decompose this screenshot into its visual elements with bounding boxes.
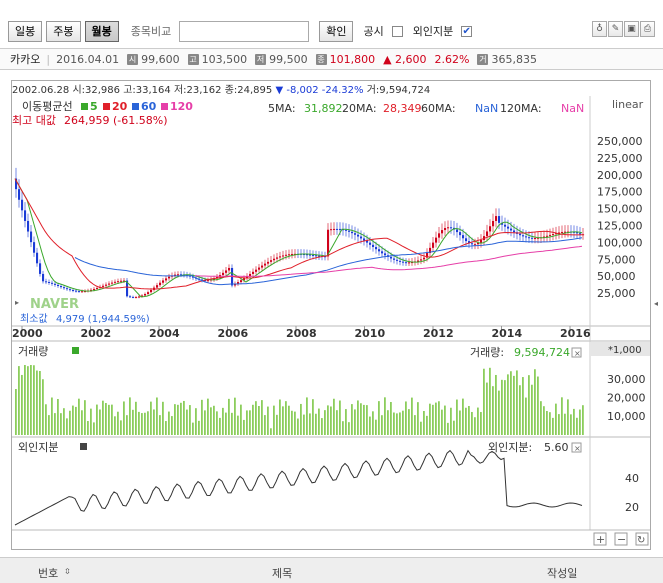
confirm-button[interactable]: 확인 [319, 20, 354, 42]
price-change-pct: 2.62% [434, 52, 470, 66]
open-price: 99,600 [141, 52, 180, 66]
disclosure-checkbox[interactable] [391, 25, 403, 37]
volume-value: 365,835 [491, 52, 537, 66]
volume-icon: 거 [477, 53, 489, 65]
open-icon: 시 [127, 53, 139, 65]
compare-label: 종목비교 [130, 25, 172, 38]
tab-weekly[interactable]: 주봉 [46, 20, 81, 42]
close-icon: 종 [315, 53, 327, 65]
hdr-change: -8,002 [286, 85, 319, 96]
indicator-icon[interactable]: ♁ [592, 21, 607, 37]
ohlc-header: 2002.06.28 시:32,986 고:33,164 저:23,162 종:… [12, 81, 650, 96]
hdr-close: 종:24,895 [224, 85, 273, 96]
foreign-checkbox[interactable]: ✔ [461, 25, 473, 37]
hdr-high: 고:33,164 [123, 85, 171, 96]
hdr-change-pct: -24.32% [321, 85, 364, 96]
low-price: 99,500 [269, 52, 308, 66]
high-icon: 고 [187, 53, 199, 65]
tool-icons: ♁ ✎ ▣ ⎙ [592, 21, 655, 37]
close-price: 101,800 [329, 52, 376, 66]
disclosure-label: 공시 [363, 25, 384, 38]
foreign-label: 외인지분 [412, 25, 454, 38]
chart-toolbar: 일봉 주봉 월봉 종목비교 확인 공시 외인지분 ✔ ♁ ✎ ▣ ⎙ [0, 18, 663, 44]
tab-monthly[interactable]: 월봉 [84, 20, 119, 42]
right-collapse-icon[interactable]: ◂ [654, 299, 658, 308]
quote-date: 2016.04.01 [56, 52, 120, 66]
draw-icon[interactable]: ✎ [608, 21, 623, 37]
hdr-date: 2002.06.28 [12, 85, 70, 96]
col-title: 제목 [272, 567, 293, 580]
stock-info-bar: 카카오 | 2016.04.01 시 99,600 고 103,500 저 99… [0, 48, 663, 70]
high-price: 103,500 [201, 52, 248, 66]
hdr-volume: 거:9,594,724 [366, 85, 431, 96]
fullscreen-icon[interactable]: ▣ [624, 21, 639, 37]
board-table-header: 번호 ⇳ 제목 작성일 [0, 557, 663, 583]
low-icon: 저 [255, 53, 267, 65]
hdr-open: 시:32,986 [72, 85, 121, 96]
print-icon[interactable]: ⎙ [640, 21, 655, 37]
sort-icon[interactable]: ⇳ [64, 567, 71, 576]
col-number[interactable]: 번호 [38, 565, 58, 581]
hdr-low: 저:23,162 [173, 85, 222, 96]
col-date: 작성일 [547, 567, 578, 580]
price-change: ▲ 2,600 [383, 52, 427, 66]
hdr-arrow: ▼ [275, 85, 284, 96]
stock-name: 카카오 [10, 53, 41, 66]
chart-frame [11, 80, 651, 550]
tab-daily[interactable]: 일봉 [8, 20, 43, 42]
compare-input[interactable] [179, 20, 310, 42]
